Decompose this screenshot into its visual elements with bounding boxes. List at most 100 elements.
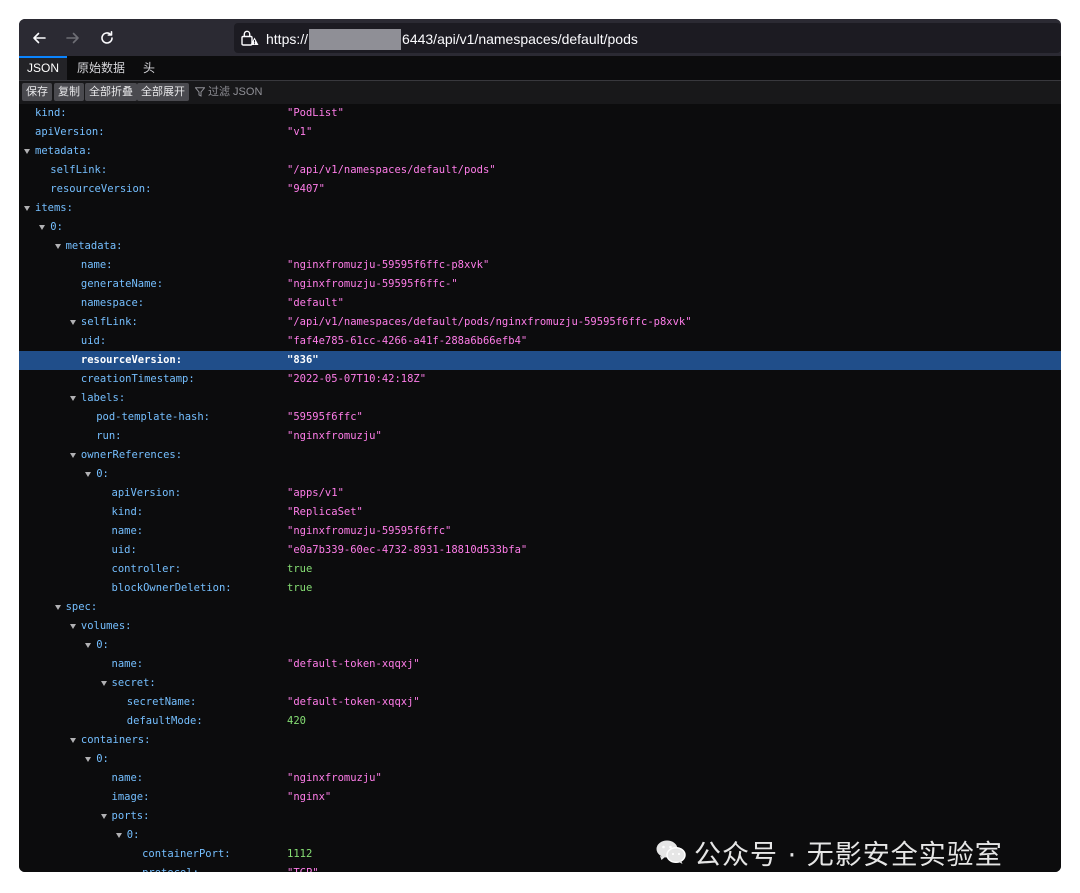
json-row[interactable]: apiVersion: "apps/v1" bbox=[19, 484, 1061, 503]
expand-toggle-icon[interactable] bbox=[54, 605, 61, 610]
expand-toggle-icon[interactable] bbox=[85, 757, 92, 762]
json-key: selfLink: bbox=[50, 164, 108, 176]
json-row[interactable]: generateName: "nginxfromuzju-59595f6ffc-" bbox=[19, 275, 1061, 294]
json-row[interactable]: run: "nginxfromuzju" bbox=[19, 427, 1061, 446]
reload-button[interactable] bbox=[94, 25, 120, 51]
expand-toggle-icon[interactable] bbox=[24, 149, 30, 154]
json-row[interactable]: ports: bbox=[19, 807, 1061, 826]
json-row[interactable]: image: "nginx" bbox=[19, 788, 1061, 807]
url-bar[interactable]: https:// 6443/api/v1/namespaces/default/p… bbox=[234, 23, 1061, 53]
json-row[interactable]: creationTimestamp: "2022-05-07T10:42:18Z" bbox=[19, 370, 1061, 389]
json-key: kind: bbox=[35, 107, 67, 119]
save-button[interactable]: 保存 bbox=[22, 83, 52, 101]
json-row[interactable]: name: "default-token-xqqxj" bbox=[19, 655, 1061, 674]
json-row[interactable]: defaultMode: 420 bbox=[19, 712, 1061, 731]
browser-window: https:// 6443/api/v1/namespaces/default/p… bbox=[19, 19, 1061, 872]
json-row[interactable]: selfLink: "/api/v1/namespaces/default/pod… bbox=[19, 161, 1061, 180]
json-row[interactable]: blockOwnerDeletion: true bbox=[19, 579, 1061, 598]
json-row[interactable]: uid: "faf4e785-61cc-4266-a41f-288a6b66efb… bbox=[19, 332, 1061, 351]
json-value: "836" bbox=[287, 354, 319, 366]
expand-toggle-icon[interactable] bbox=[69, 320, 76, 325]
json-row[interactable]: 0: bbox=[19, 218, 1061, 237]
json-value: 420 bbox=[287, 715, 306, 727]
back-button[interactable] bbox=[26, 25, 52, 51]
expand-all-button[interactable]: 全部展开 bbox=[137, 83, 189, 101]
json-value: "e0a7b339-60ec-4732-8931-18810d533bfa" bbox=[287, 544, 528, 556]
json-row[interactable]: metadata: bbox=[19, 142, 1061, 161]
json-value: "nginxfromuzju" bbox=[287, 772, 382, 784]
json-value: "9407" bbox=[287, 183, 325, 195]
expand-toggle-icon[interactable] bbox=[69, 453, 76, 458]
json-row[interactable]: items: bbox=[19, 199, 1061, 218]
json-key: pod-template-hash: bbox=[96, 411, 210, 423]
json-key: run: bbox=[96, 430, 122, 442]
url-scheme: https:// bbox=[266, 31, 309, 48]
filter-json-input[interactable]: 过滤 JSON bbox=[195, 83, 262, 101]
json-row[interactable]: 0: bbox=[19, 636, 1061, 655]
json-key: apiVersion: bbox=[35, 126, 105, 138]
json-row[interactable]: secret: bbox=[19, 674, 1061, 693]
tab-json[interactable]: JSON bbox=[19, 56, 67, 80]
json-row[interactable]: controller: true bbox=[19, 560, 1061, 579]
expand-toggle-icon[interactable] bbox=[85, 643, 92, 648]
json-key: ownerReferences: bbox=[80, 449, 183, 461]
json-row[interactable]: resourceVersion: "836" bbox=[19, 351, 1061, 370]
json-key: secretName: bbox=[126, 696, 197, 708]
lock-icon[interactable] bbox=[240, 29, 260, 47]
json-key: uid: bbox=[80, 335, 107, 347]
json-value: "faf4e785-61cc-4266-a41f-288a6b66efb4" bbox=[287, 335, 528, 347]
json-action-bar: 保存 复制 全部折叠 全部展开 过滤 JSON bbox=[19, 81, 1061, 105]
expand-toggle-icon[interactable] bbox=[54, 244, 61, 249]
json-key: labels: bbox=[80, 392, 126, 404]
json-key: image: bbox=[111, 791, 150, 803]
json-key: uid: bbox=[111, 544, 137, 556]
json-key: name: bbox=[111, 525, 144, 537]
copy-button[interactable]: 复制 bbox=[54, 83, 84, 101]
json-row[interactable]: spec: bbox=[19, 598, 1061, 617]
json-row[interactable]: uid: "e0a7b339-60ec-4732-8931-18810d533bf… bbox=[19, 541, 1061, 560]
expand-toggle-icon[interactable] bbox=[100, 814, 107, 819]
json-row[interactable]: 0: bbox=[19, 465, 1061, 484]
expand-toggle-icon[interactable] bbox=[85, 472, 92, 477]
json-row[interactable]: 0: bbox=[19, 750, 1061, 769]
json-value: "ReplicaSet" bbox=[287, 506, 363, 518]
json-key: metadata: bbox=[65, 240, 123, 252]
expand-toggle-icon[interactable] bbox=[69, 396, 76, 401]
json-value: "59595f6ffc" bbox=[287, 411, 363, 423]
json-row[interactable]: namespace: "default" bbox=[19, 294, 1061, 313]
json-key: 0: bbox=[96, 468, 109, 480]
json-row[interactable]: labels: bbox=[19, 389, 1061, 408]
expand-toggle-icon[interactable] bbox=[69, 738, 76, 743]
json-row[interactable]: ownerReferences: bbox=[19, 446, 1061, 465]
json-key: generateName: bbox=[80, 278, 164, 290]
json-row[interactable]: containers: bbox=[19, 731, 1061, 750]
json-key: 0: bbox=[126, 829, 140, 841]
json-row[interactable]: pod-template-hash: "59595f6ffc" bbox=[19, 408, 1061, 427]
json-row[interactable]: apiVersion: "v1" bbox=[19, 123, 1061, 142]
json-row[interactable]: selfLink: "/api/v1/namespaces/default/pod… bbox=[19, 313, 1061, 332]
json-value: 1112 bbox=[287, 848, 313, 860]
expand-toggle-icon[interactable] bbox=[100, 681, 107, 686]
json-row[interactable]: name: "nginxfromuzju-59595f6ffc" bbox=[19, 522, 1061, 541]
expand-toggle-icon[interactable] bbox=[69, 624, 76, 629]
forward-button[interactable] bbox=[60, 25, 86, 51]
json-row[interactable]: secretName: "default-token-xqqxj" bbox=[19, 693, 1061, 712]
json-row[interactable]: volumes: bbox=[19, 617, 1061, 636]
collapse-all-button[interactable]: 全部折叠 bbox=[85, 83, 137, 101]
json-value: "apps/v1" bbox=[287, 487, 344, 499]
json-key: blockOwnerDeletion: bbox=[111, 582, 232, 594]
expand-toggle-icon[interactable] bbox=[39, 225, 46, 230]
tab-headers[interactable]: 头 bbox=[135, 56, 163, 80]
expand-toggle-icon[interactable] bbox=[24, 206, 30, 211]
json-key: containers: bbox=[80, 734, 151, 746]
json-row[interactable]: kind: "PodList" bbox=[19, 104, 1061, 123]
json-row[interactable]: kind: "ReplicaSet" bbox=[19, 503, 1061, 522]
wechat-icon bbox=[656, 840, 686, 864]
json-row[interactable]: metadata: bbox=[19, 237, 1061, 256]
json-row[interactable]: name: "nginxfromuzju-59595f6ffc-p8xvk" bbox=[19, 256, 1061, 275]
tab-raw-data[interactable]: 原始数据 bbox=[69, 56, 133, 80]
json-value: "default-token-xqqxj" bbox=[287, 696, 420, 708]
json-row[interactable]: name: "nginxfromuzju" bbox=[19, 769, 1061, 788]
json-row[interactable]: resourceVersion: "9407" bbox=[19, 180, 1061, 199]
expand-toggle-icon[interactable] bbox=[115, 833, 122, 838]
